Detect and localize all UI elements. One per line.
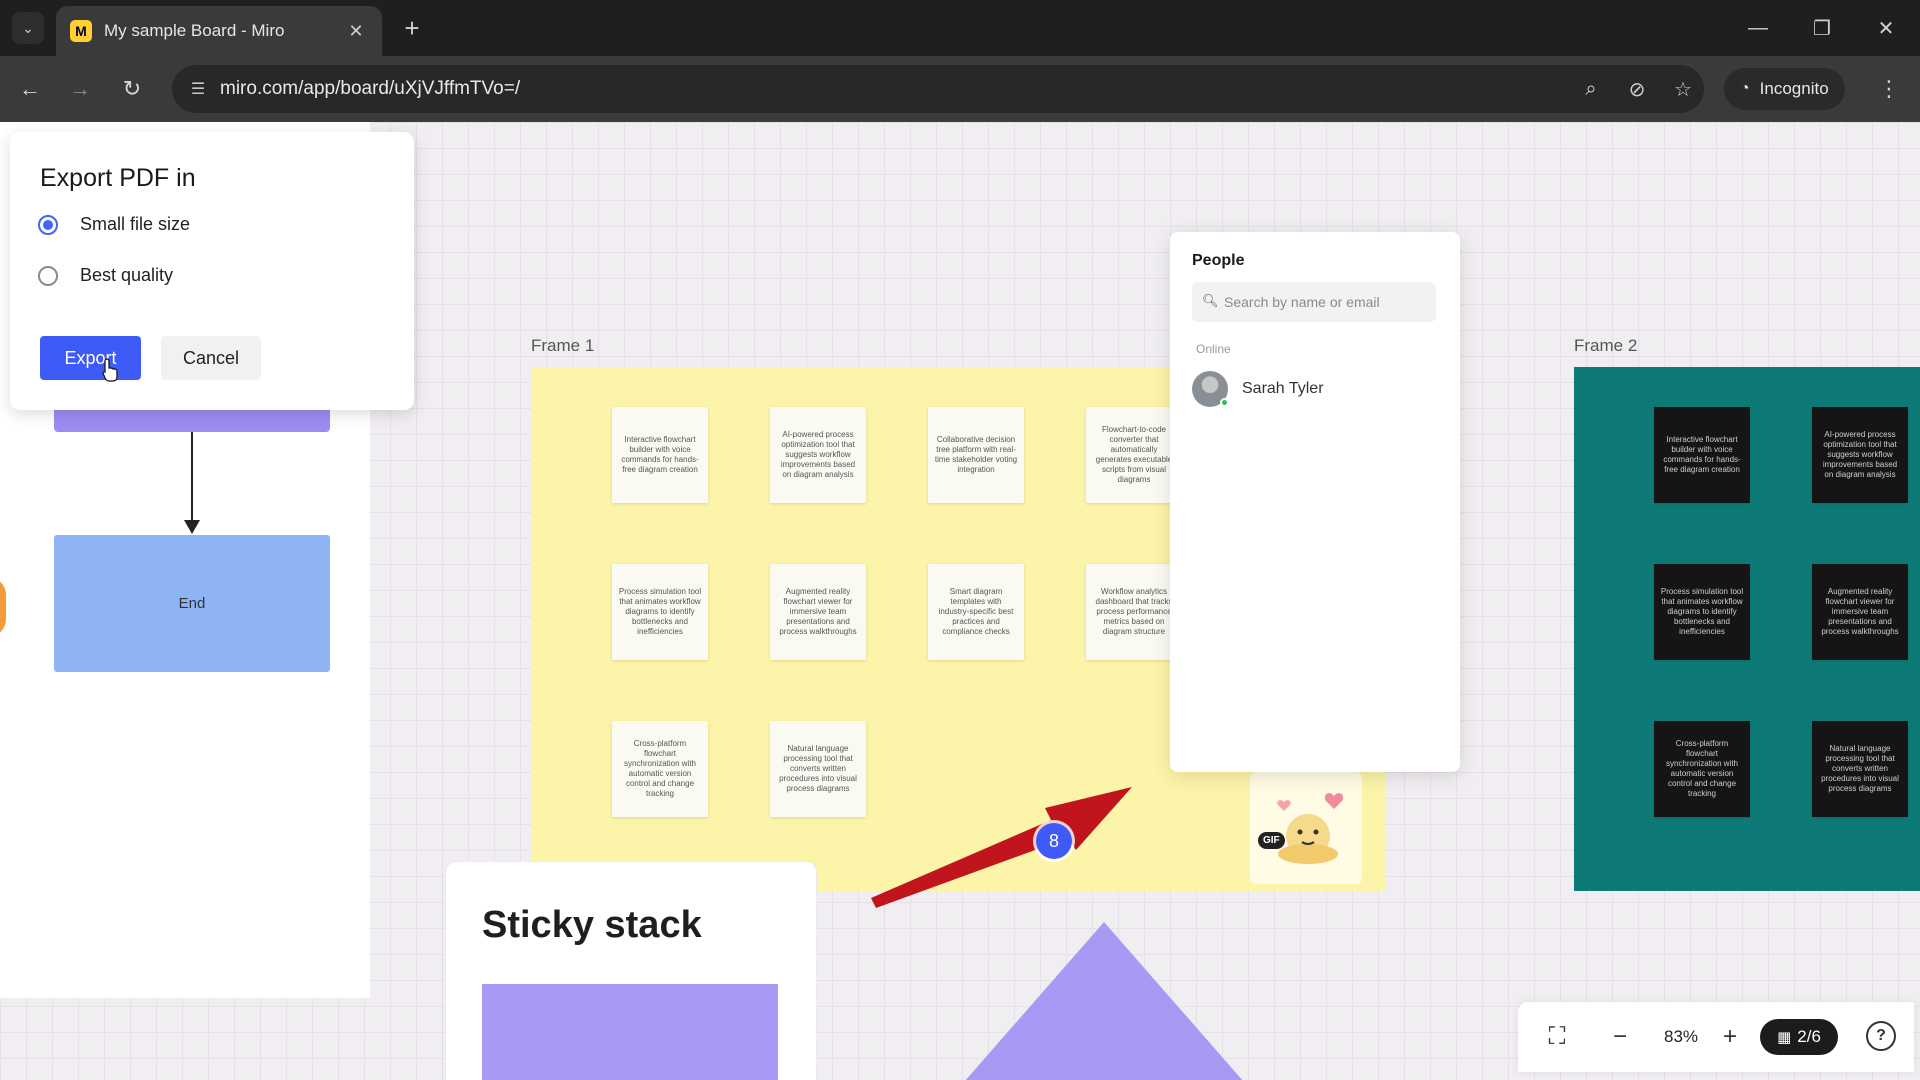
sticky-note[interactable]: Interactive flowchart builder with voice…	[1654, 407, 1750, 503]
connector-arrowhead	[184, 520, 200, 534]
address-bar[interactable]: ☰ miro.com/app/board/uXjVJffmTVo=/ ⌕ ⊘ ☆	[172, 65, 1704, 113]
incognito-indicator[interactable]: ◔ Incognito	[1724, 68, 1845, 110]
sticky-note[interactable]: Cross-platform flowchart synchronization…	[1654, 721, 1750, 817]
frame2[interactable]: Interactive flowchart builder with voice…	[1574, 367, 1920, 891]
tab-title: My sample Board - Miro	[104, 21, 285, 40]
person-name: Sarah Tyler	[1242, 380, 1324, 397]
window-restore-icon[interactable]: ❐	[1800, 8, 1844, 48]
reload-icon[interactable]: ↻	[114, 71, 150, 107]
zoom-in-plus-icon[interactable]: +	[1713, 1020, 1747, 1054]
people-panel: People 🔍︎ Online Sarah Tyler	[1170, 232, 1460, 772]
collaborator-count-badge[interactable]: 8	[1036, 823, 1072, 859]
sticky-note[interactable]: Augmented reality flowchart viewer for i…	[1812, 564, 1908, 660]
flowchart-end-shape[interactable]: End	[54, 535, 330, 672]
sticky-stack-card[interactable]: Sticky stack	[446, 862, 816, 1080]
frames-grid-icon: ▦	[1777, 1029, 1792, 1046]
board-canvas[interactable]: End Frame 1 Interactive flowchart builde…	[0, 122, 1920, 1080]
tab-close-icon[interactable]: ✕	[344, 21, 368, 42]
pages-indicator: 2/6	[1797, 1027, 1821, 1046]
cartoon-character-icon	[1277, 793, 1344, 864]
radio-best-quality[interactable]	[38, 265, 58, 286]
search-icon: 🔍︎	[1202, 293, 1219, 308]
zoom-out-minus-icon[interactable]: −	[1603, 1020, 1637, 1054]
purple-sticky-note[interactable]	[482, 984, 778, 1080]
zoom-controls: ⛶ − 83% + ▦ 2/6 ?	[1518, 1002, 1914, 1072]
sticky-stack-title: Sticky stack	[482, 904, 702, 946]
frame1-label[interactable]: Frame 1	[531, 336, 594, 356]
back-arrow-icon[interactable]: ←	[12, 71, 48, 107]
online-section-label: Online	[1196, 342, 1231, 356]
sticky-note[interactable]: Natural language processing tool that co…	[770, 721, 866, 817]
sticky-note[interactable]: Process simulation tool that animates wo…	[1654, 564, 1750, 660]
tab-search-chevron-icon[interactable]: ⌄	[12, 12, 44, 44]
incognito-label: Incognito	[1759, 79, 1829, 98]
eye-off-icon[interactable]: ⊘	[1622, 74, 1652, 104]
triangle-shape[interactable]	[964, 922, 1244, 1080]
url-text[interactable]: miro.com/app/board/uXjVJffmTVo=/	[220, 78, 520, 100]
person-row[interactable]: Sarah Tyler	[1192, 366, 1388, 412]
frame2-label[interactable]: Frame 2	[1574, 336, 1637, 356]
small-file-size-option[interactable]: Small file size	[38, 214, 190, 235]
sticky-note[interactable]: Augmented reality flowchart viewer for i…	[770, 564, 866, 660]
people-search-input[interactable]	[1192, 282, 1436, 322]
new-tab-plus-icon[interactable]: +	[396, 12, 428, 44]
sticky-note[interactable]: Flowchart-to-code converter that automat…	[1086, 407, 1182, 503]
best-quality-option[interactable]: Best quality	[38, 265, 173, 286]
sticky-note[interactable]: AI-powered process optimization tool tha…	[770, 407, 866, 503]
site-info-icon[interactable]: ☰	[184, 75, 212, 103]
export-pdf-dialog: Export PDF in Small file size Best quali…	[10, 132, 414, 410]
red-arrow-shape[interactable]	[860, 642, 1160, 912]
sticky-note[interactable]: Natural language processing tool that co…	[1812, 721, 1908, 817]
zoom-magnifier-icon[interactable]: ⌕	[1576, 74, 1606, 104]
bookmark-star-icon[interactable]: ☆	[1668, 74, 1698, 104]
fit-to-screen-icon[interactable]: ⛶	[1540, 1020, 1574, 1054]
radio-label: Best quality	[80, 265, 174, 285]
radio-small-file-size[interactable]	[38, 214, 58, 235]
sticky-note[interactable]: Interactive flowchart builder with voice…	[612, 407, 708, 503]
miro-favicon-icon: M	[70, 20, 92, 42]
end-shape-label: End	[178, 595, 206, 612]
online-status-dot	[1220, 398, 1229, 407]
window-minimize-icon[interactable]: —	[1736, 8, 1780, 48]
sticky-note[interactable]: AI-powered process optimization tool tha…	[1812, 407, 1908, 503]
zoom-level[interactable]: 83%	[1664, 1027, 1698, 1047]
forward-arrow-icon[interactable]: →	[62, 71, 98, 107]
gif-tag: GIF	[1258, 832, 1285, 849]
window-close-icon[interactable]: ✕	[1864, 8, 1908, 48]
gif-sticker[interactable]: GIF	[1250, 772, 1362, 884]
browser-toolbar: ← → ↻ ☰ miro.com/app/board/uXjVJffmTVo=/…	[0, 56, 1920, 122]
frames-pages-button[interactable]: ▦ 2/6	[1760, 1019, 1838, 1055]
people-panel-title: People	[1192, 252, 1245, 269]
browser-tab-active[interactable]: M My sample Board - Miro ✕	[56, 6, 382, 56]
export-dialog-title: Export PDF in	[40, 164, 196, 192]
export-button[interactable]: Export	[40, 336, 141, 380]
flowchart-process-shape[interactable]	[54, 408, 330, 432]
hand-cursor-icon	[102, 358, 118, 382]
browser-menu-kebab-icon[interactable]: ⋮	[1874, 71, 1904, 107]
sticky-note[interactable]: Process simulation tool that animates wo…	[612, 564, 708, 660]
browser-tab-bar: ⌄ M My sample Board - Miro ✕ + — ❐ ✕	[0, 0, 1920, 56]
cancel-button[interactable]: Cancel	[161, 336, 261, 380]
flowchart-connector-line[interactable]	[191, 432, 193, 532]
incognito-icon: ◔	[1740, 80, 1750, 97]
sticky-note[interactable]: Cross-platform flowchart synchronization…	[612, 721, 708, 817]
help-question-icon[interactable]: ?	[1866, 1021, 1896, 1051]
sticky-note[interactable]: Collaborative decision tree platform wit…	[928, 407, 1024, 503]
radio-label: Small file size	[80, 214, 191, 234]
avatar	[1192, 371, 1229, 407]
